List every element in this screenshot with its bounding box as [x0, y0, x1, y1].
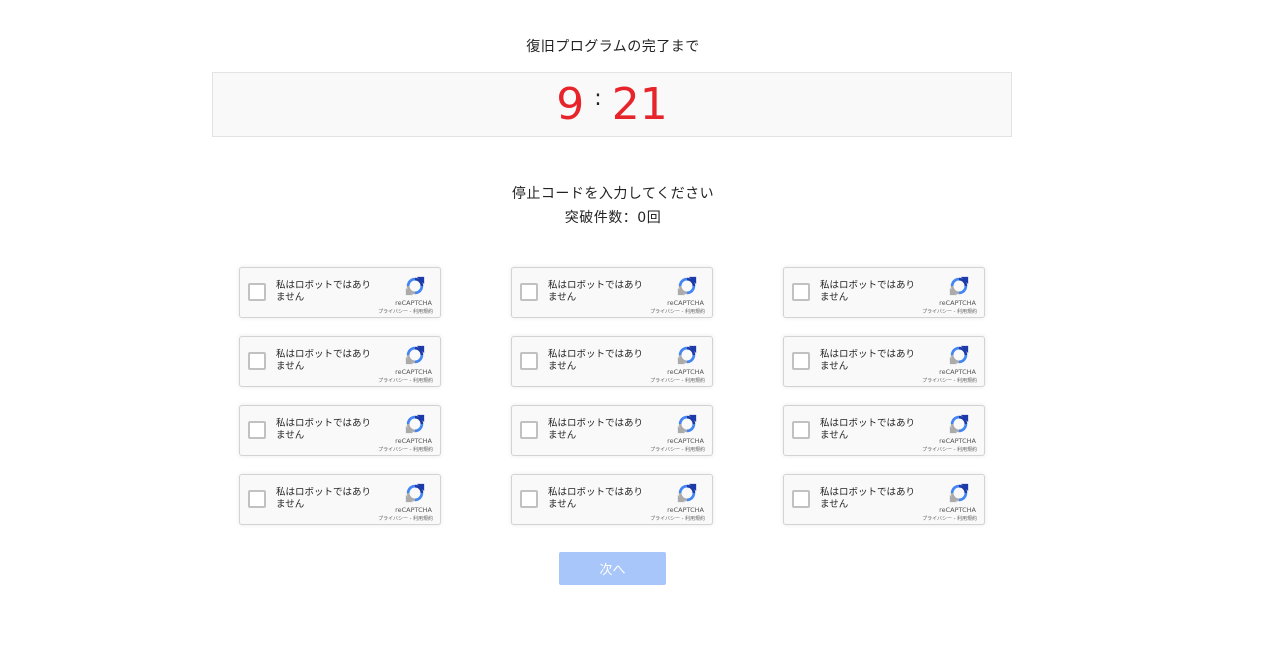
- captcha-terms-link[interactable]: プライバシー - 利用規約: [650, 377, 705, 384]
- captcha-brand: reCAPTCHA: [939, 368, 976, 376]
- captcha-brand: reCAPTCHA: [395, 368, 432, 376]
- captcha-brand: reCAPTCHA: [939, 299, 976, 307]
- captcha-label: 私はロボットではありません: [820, 487, 916, 510]
- recaptcha-icon: [677, 345, 697, 365]
- captcha-terms-link[interactable]: プライバシー - 利用規約: [650, 515, 705, 522]
- recaptcha-widget: 私はロボットではありません reCAPTCHA プライバシー - 利用規約: [783, 405, 985, 456]
- recaptcha-widget: 私はロボットではありません reCAPTCHA プライバシー - 利用規約: [239, 474, 441, 525]
- captcha-label: 私はロボットではありません: [548, 418, 644, 441]
- captcha-terms-link[interactable]: プライバシー - 利用規約: [922, 377, 977, 384]
- captcha-brand: reCAPTCHA: [667, 506, 704, 514]
- countdown-timer: 9 : 21: [212, 72, 1012, 137]
- captcha-terms-link[interactable]: プライバシー - 利用規約: [922, 446, 977, 453]
- captcha-terms-link[interactable]: プライバシー - 利用規約: [650, 308, 705, 315]
- captcha-label: 私はロボットではありません: [548, 487, 644, 510]
- recaptcha-widget: 私はロボットではありません reCAPTCHA プライバシー - 利用規約: [239, 405, 441, 456]
- robot-checkbox[interactable]: [792, 421, 810, 439]
- recaptcha-icon: [677, 276, 697, 296]
- recaptcha-widget: 私はロボットではありません reCAPTCHA プライバシー - 利用規約: [783, 336, 985, 387]
- captcha-label: 私はロボットではありません: [820, 418, 916, 441]
- captcha-grid: 私はロボットではありません reCAPTCHA プライバシー - 利用規約 私は…: [239, 267, 985, 525]
- breakthrough-count: 突破件数：0回: [564, 210, 662, 226]
- captcha-terms-link[interactable]: プライバシー - 利用規約: [922, 515, 977, 522]
- recaptcha-icon: [677, 414, 697, 434]
- robot-checkbox[interactable]: [792, 283, 810, 301]
- captcha-brand: reCAPTCHA: [395, 506, 432, 514]
- robot-checkbox[interactable]: [248, 421, 266, 439]
- robot-checkbox[interactable]: [792, 490, 810, 508]
- captcha-terms-link[interactable]: プライバシー - 利用規約: [378, 308, 433, 315]
- recaptcha-icon: [949, 414, 969, 434]
- robot-checkbox[interactable]: [248, 490, 266, 508]
- recaptcha-icon: [949, 345, 969, 365]
- captcha-label: 私はロボットではありません: [276, 280, 372, 303]
- captcha-brand: reCAPTCHA: [939, 437, 976, 445]
- captcha-terms-link[interactable]: プライバシー - 利用規約: [378, 377, 433, 384]
- captcha-brand: reCAPTCHA: [395, 437, 432, 445]
- captcha-brand: reCAPTCHA: [667, 299, 704, 307]
- robot-checkbox[interactable]: [792, 352, 810, 370]
- captcha-terms-link[interactable]: プライバシー - 利用規約: [378, 446, 433, 453]
- timer-separator: :: [594, 86, 602, 111]
- robot-checkbox[interactable]: [520, 490, 538, 508]
- captcha-label: 私はロボットではありません: [548, 349, 644, 372]
- recaptcha-icon: [949, 276, 969, 296]
- captcha-label: 私はロボットではありません: [548, 280, 644, 303]
- recaptcha-widget: 私はロボットではありません reCAPTCHA プライバシー - 利用規約: [239, 336, 441, 387]
- captcha-label: 私はロボットではありません: [820, 280, 916, 303]
- captcha-label: 私はロボットではありません: [276, 349, 372, 372]
- recaptcha-widget: 私はロボットではありません reCAPTCHA プライバシー - 利用規約: [511, 336, 713, 387]
- timer-seconds: 21: [611, 78, 668, 130]
- recaptcha-icon: [405, 483, 425, 503]
- instruction-text: 停止コードを入力してください: [511, 186, 715, 202]
- timer-minutes: 9: [556, 78, 585, 130]
- robot-checkbox[interactable]: [520, 352, 538, 370]
- robot-checkbox[interactable]: [248, 352, 266, 370]
- recaptcha-icon: [405, 345, 425, 365]
- robot-checkbox[interactable]: [520, 421, 538, 439]
- recaptcha-icon: [405, 276, 425, 296]
- captcha-terms-link[interactable]: プライバシー - 利用規約: [378, 515, 433, 522]
- recaptcha-widget: 私はロボットではありません reCAPTCHA プライバシー - 利用規約: [511, 405, 713, 456]
- robot-checkbox[interactable]: [248, 283, 266, 301]
- robot-checkbox[interactable]: [520, 283, 538, 301]
- recaptcha-icon: [405, 414, 425, 434]
- captcha-label: 私はロボットではありません: [276, 418, 372, 441]
- page-title: 復旧プログラムの完了まで: [526, 39, 700, 55]
- recaptcha-widget: 私はロボットではありません reCAPTCHA プライバシー - 利用規約: [783, 474, 985, 525]
- captcha-brand: reCAPTCHA: [667, 368, 704, 376]
- recaptcha-icon: [949, 483, 969, 503]
- captcha-brand: reCAPTCHA: [939, 506, 976, 514]
- captcha-terms-link[interactable]: プライバシー - 利用規約: [922, 308, 977, 315]
- captcha-label: 私はロボットではありません: [820, 349, 916, 372]
- recaptcha-icon: [677, 483, 697, 503]
- recaptcha-widget: 私はロボットではありません reCAPTCHA プライバシー - 利用規約: [239, 267, 441, 318]
- captcha-terms-link[interactable]: プライバシー - 利用規約: [650, 446, 705, 453]
- captcha-brand: reCAPTCHA: [395, 299, 432, 307]
- recaptcha-widget: 私はロボットではありません reCAPTCHA プライバシー - 利用規約: [511, 267, 713, 318]
- recaptcha-widget: 私はロボットではありません reCAPTCHA プライバシー - 利用規約: [511, 474, 713, 525]
- next-button[interactable]: 次へ: [559, 552, 666, 585]
- captcha-label: 私はロボットではありません: [276, 487, 372, 510]
- captcha-brand: reCAPTCHA: [667, 437, 704, 445]
- recaptcha-widget: 私はロボットではありません reCAPTCHA プライバシー - 利用規約: [783, 267, 985, 318]
